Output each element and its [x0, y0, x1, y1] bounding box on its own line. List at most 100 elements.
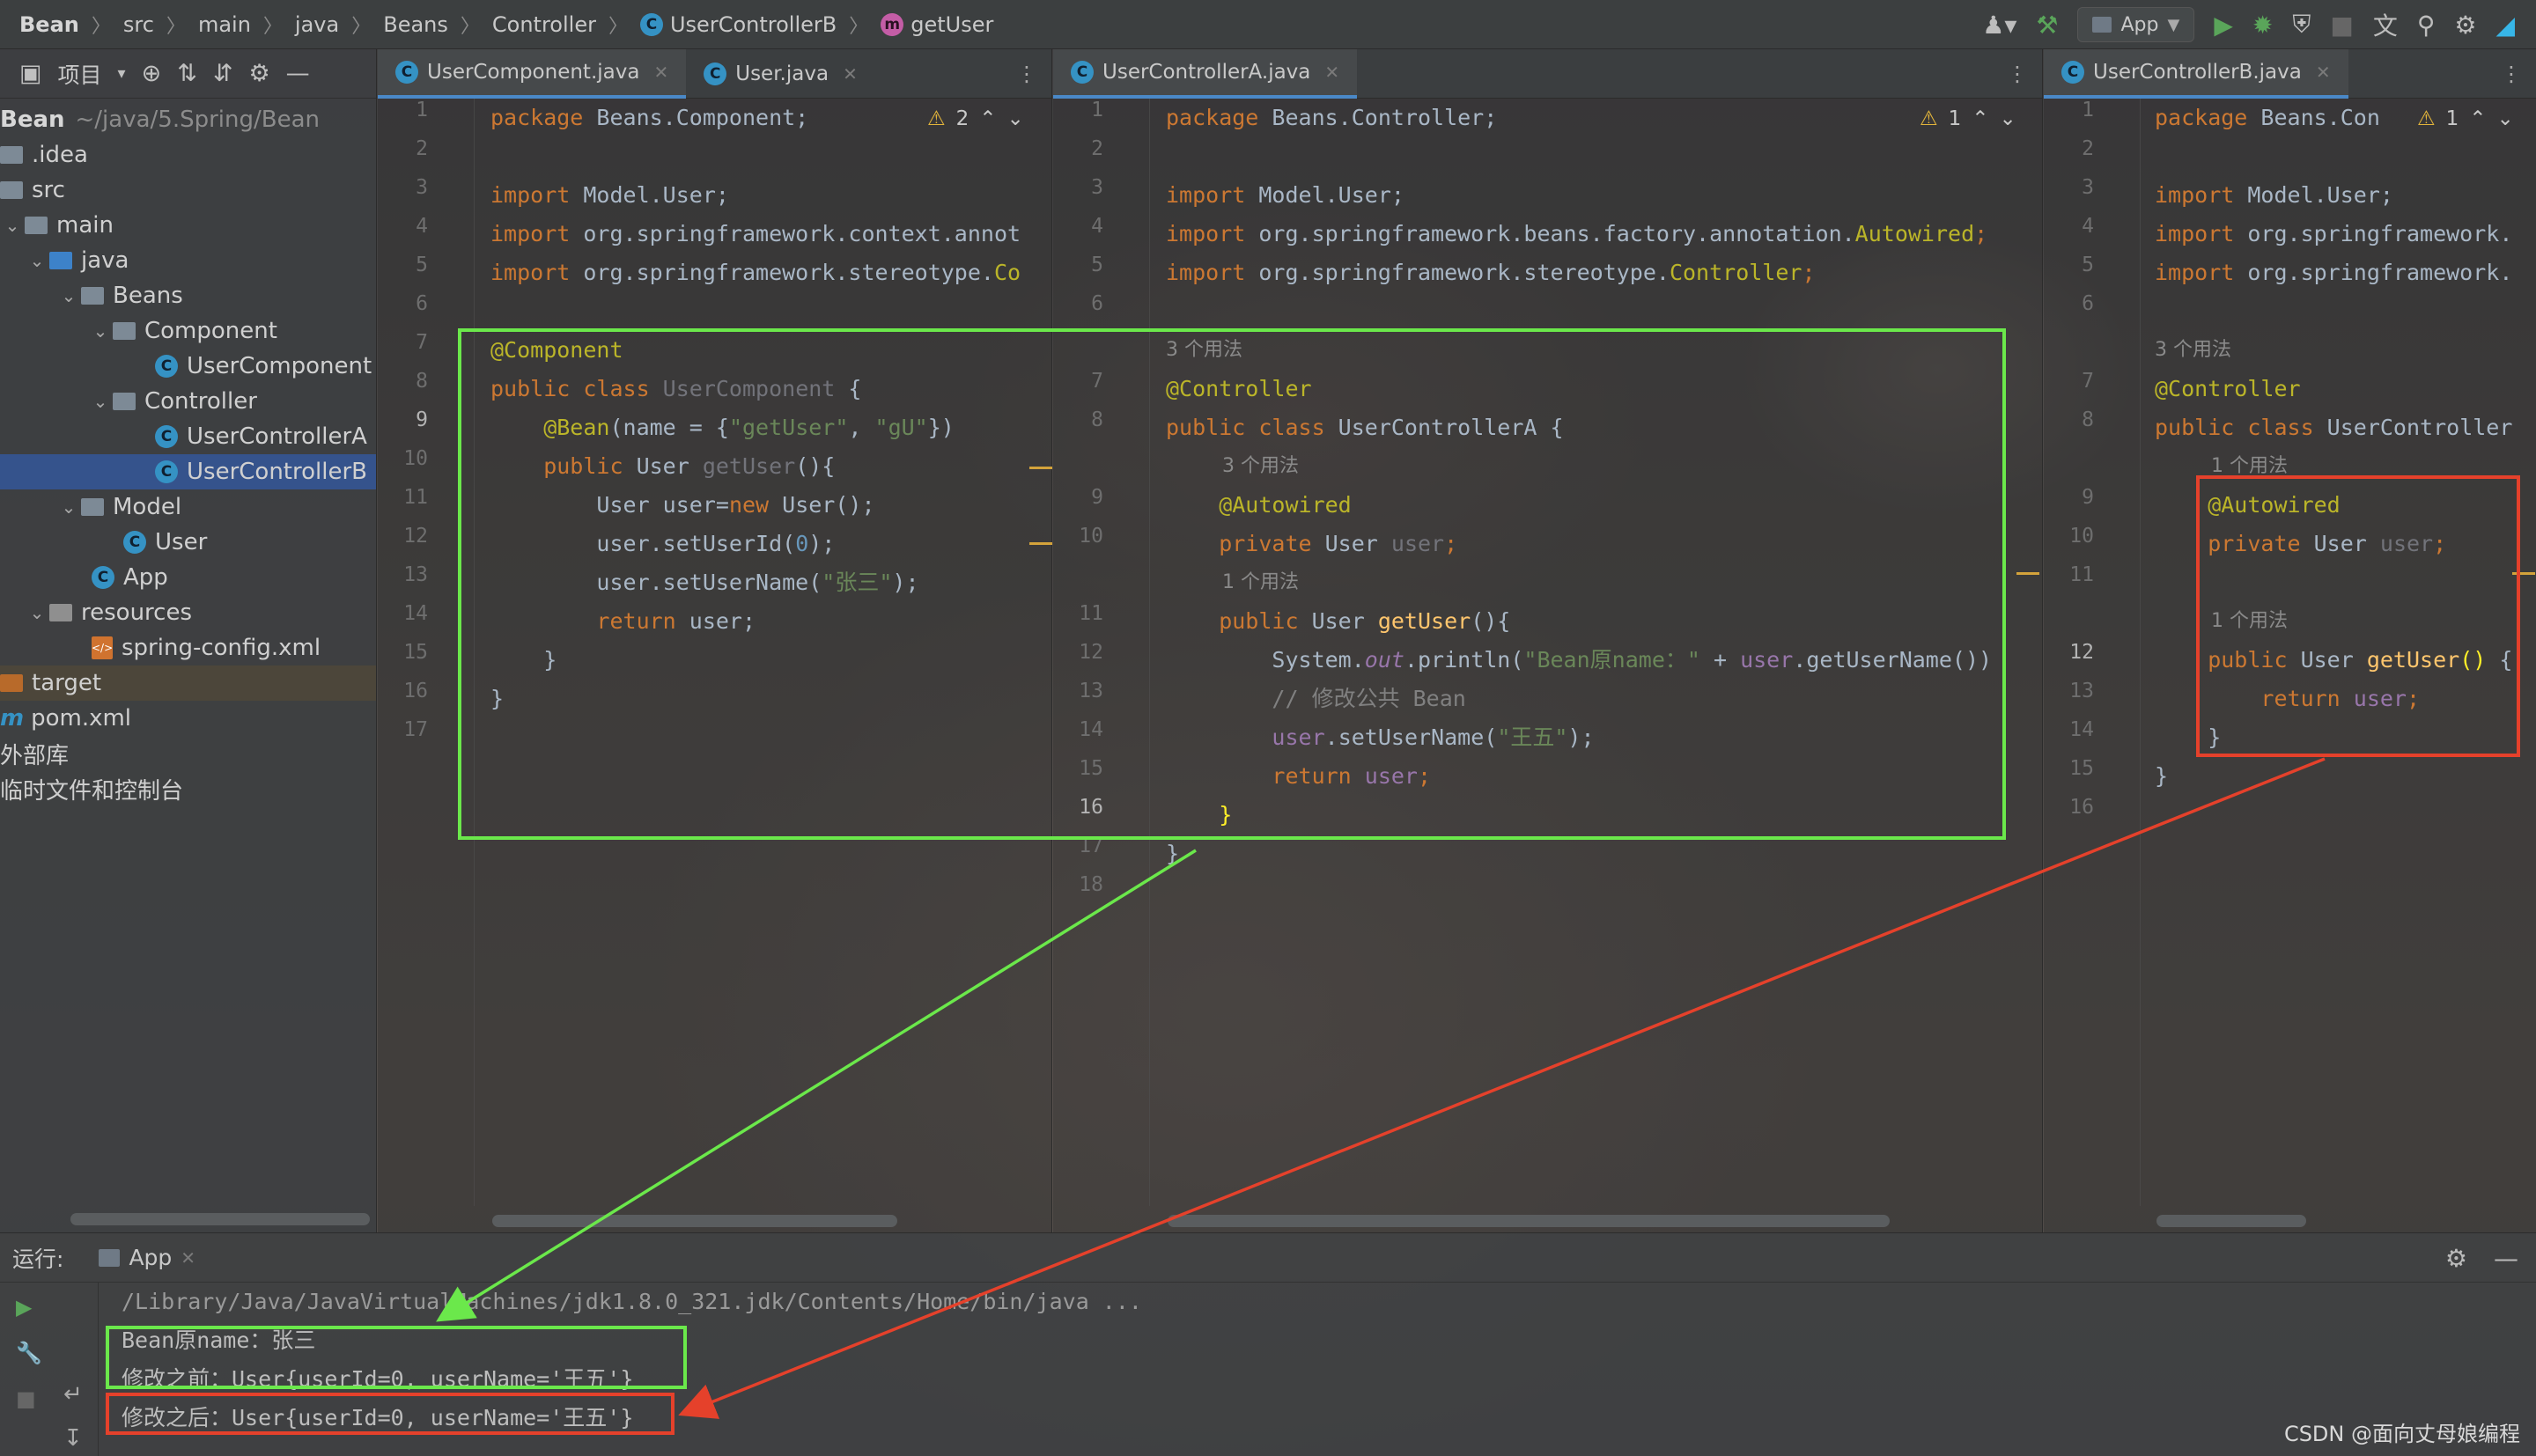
tree-item-component[interactable]: ⌄ Component	[0, 313, 376, 349]
coverage-icon[interactable]: ⛨	[2292, 10, 2311, 40]
tab-usercomponent[interactable]: C UserComponent.java ✕	[378, 48, 687, 99]
code-area[interactable]: package Beans.Controller; import Model.U…	[1166, 99, 2043, 908]
close-icon[interactable]: ✕	[843, 63, 858, 85]
wrench-icon[interactable]: 🔧	[16, 1341, 42, 1365]
chevron-down-icon[interactable]: ⌄	[56, 496, 81, 518]
hide-icon[interactable]: —	[2494, 1244, 2518, 1273]
usage-hint[interactable]: 3 个用法	[1166, 447, 1299, 486]
tree-item-label: Controller	[144, 388, 257, 415]
line-number: 6	[416, 292, 428, 315]
usage-hint[interactable]: 1 个用法	[2155, 602, 2288, 641]
tree-item-java[interactable]: ⌄ java	[0, 243, 376, 278]
tree-item-usercontrollerb[interactable]: C UserControllerB	[0, 454, 376, 489]
translate-icon[interactable]: 文	[2373, 7, 2398, 42]
scroll-to-end-icon[interactable]: ↧	[63, 1425, 83, 1452]
breadcrumb-item[interactable]: Controller	[492, 12, 596, 37]
stop-icon[interactable]: ■	[16, 1386, 36, 1411]
tree-item-src[interactable]: src	[0, 173, 376, 208]
line-number: 16	[403, 680, 428, 702]
breadcrumb-item[interactable]: Beans	[383, 12, 448, 37]
horizontal-scrollbar[interactable]	[492, 1215, 897, 1227]
close-icon[interactable]: ✕	[181, 1247, 195, 1268]
tree-item-label: pom.xml	[31, 705, 132, 732]
search-icon[interactable]: ⚲	[2417, 11, 2436, 40]
expand-all-icon[interactable]: ⇅	[177, 60, 197, 87]
tree-item-external-libraries[interactable]: 外部库	[0, 736, 376, 771]
usage-hint[interactable]: 3 个用法	[1166, 331, 1242, 370]
gear-icon[interactable]: ⚙	[2445, 1244, 2467, 1273]
horizontal-scrollbar[interactable]	[1168, 1215, 1890, 1227]
chevron-down-icon[interactable]: ⌄	[25, 250, 49, 271]
warning-stripe[interactable]	[2512, 572, 2535, 575]
tab-usercontrollera[interactable]: C UserControllerA.java ✕	[1053, 48, 1358, 99]
plugin-icon[interactable]: ◢	[2495, 11, 2515, 40]
more-icon[interactable]: ⋮	[2501, 62, 2522, 86]
breadcrumb-item[interactable]: src	[123, 12, 154, 37]
run-tab-app[interactable]: App ✕	[86, 1233, 208, 1283]
horizontal-scrollbar[interactable]	[70, 1213, 370, 1225]
breadcrumb-item[interactable]: m getUser	[881, 12, 993, 37]
tree-item-main[interactable]: ⌄ main	[0, 208, 376, 243]
collapse-all-icon[interactable]: ⇵	[213, 60, 233, 87]
tree-item-idea[interactable]: .idea	[0, 137, 376, 173]
gear-icon[interactable]: ⚙	[248, 60, 269, 87]
tree-item-controller[interactable]: ⌄ Controller	[0, 384, 376, 419]
line-number: 9	[416, 408, 428, 431]
close-icon[interactable]: ✕	[653, 62, 668, 83]
tree-item-scratches[interactable]: 临时文件和控制台	[0, 771, 376, 806]
tree-item-user[interactable]: C User	[0, 525, 376, 560]
tree-item-pom[interactable]: m pom.xml	[0, 701, 376, 736]
chevron-down-icon[interactable]: ▾	[118, 64, 126, 83]
usage-hint[interactable]: 3 个用法	[2155, 331, 2231, 370]
chevron-down-icon[interactable]: ⌄	[0, 215, 25, 236]
breadcrumb-item[interactable]: main	[198, 12, 251, 37]
warning-stripe[interactable]	[1029, 467, 1052, 469]
run-configuration-select[interactable]: App ▼	[2077, 7, 2195, 42]
close-icon[interactable]: ✕	[1324, 62, 1339, 83]
code-line: }	[2155, 763, 2169, 789]
line-number: 6	[1091, 292, 1103, 315]
locate-icon[interactable]: ⊕	[142, 60, 162, 87]
warning-stripe[interactable]	[2016, 572, 2039, 575]
soft-wrap-icon[interactable]: ↵	[63, 1381, 83, 1408]
tree-item-model[interactable]: ⌄ Model	[0, 489, 376, 525]
more-icon[interactable]: ⋮	[2007, 62, 2028, 86]
usage-hint[interactable]: 1 个用法	[1166, 563, 1299, 602]
tree-item-resources[interactable]: ⌄ resources	[0, 595, 376, 630]
chevron-down-icon[interactable]: ⌄	[25, 602, 49, 623]
code-line: user.setUserName("张三");	[490, 570, 919, 595]
tree-item-usercontrollera[interactable]: C UserControllerA	[0, 419, 376, 454]
user-account-icon[interactable]: ♟▾	[1982, 11, 2016, 40]
usage-hint[interactable]: 1 个用法	[2155, 447, 2288, 486]
tree-item-beans[interactable]: ⌄ Beans	[0, 278, 376, 313]
horizontal-scrollbar[interactable]	[2156, 1215, 2306, 1227]
tree-item-root[interactable]: Bean ~/java/5.Spring/Bean	[0, 102, 376, 137]
hide-icon[interactable]: —	[286, 60, 310, 87]
tab-usercontrollerb[interactable]: C UserControllerB.java ✕	[2044, 48, 2348, 99]
project-panel-title[interactable]: 项目	[58, 58, 102, 90]
code-area[interactable]: package Beans.Con import Model.User; imp…	[2155, 99, 2536, 891]
tree-item-app[interactable]: C App	[0, 560, 376, 595]
close-icon[interactable]: ✕	[2316, 62, 2331, 83]
tree-item-target[interactable]: target	[0, 665, 376, 701]
tree-item-spring-config[interactable]: </> spring-config.xml	[0, 630, 376, 665]
stop-icon[interactable]: ■	[2330, 11, 2353, 40]
tab-user[interactable]: C User.java ✕	[686, 49, 875, 99]
gear-icon[interactable]: ⚙	[2454, 11, 2476, 40]
breadcrumb-item[interactable]: Bean	[19, 12, 79, 37]
chevron-down-icon[interactable]: ⌄	[88, 391, 113, 412]
line-number: 2	[2082, 137, 2094, 160]
chevron-down-icon[interactable]: ⌄	[56, 285, 81, 306]
warning-stripe[interactable]	[1029, 542, 1052, 545]
more-icon[interactable]: ⋮	[1016, 62, 1037, 86]
code-area[interactable]: package Beans.Component; import Model.Us…	[490, 99, 1052, 768]
chevron-down-icon[interactable]: ⌄	[88, 320, 113, 342]
rerun-icon[interactable]: ▶	[16, 1295, 32, 1320]
tree-item-usercomponent[interactable]: C UserComponent	[0, 349, 376, 384]
run-icon[interactable]: ▶	[2214, 11, 2233, 40]
breadcrumb-item[interactable]: C UserControllerB	[639, 12, 837, 37]
chevron-right-icon: 〉	[262, 15, 283, 38]
build-hammer-icon[interactable]: ⚒	[2036, 11, 2058, 40]
breadcrumb-item[interactable]: java	[295, 12, 339, 37]
debug-icon[interactable]: ✹	[2252, 11, 2273, 40]
